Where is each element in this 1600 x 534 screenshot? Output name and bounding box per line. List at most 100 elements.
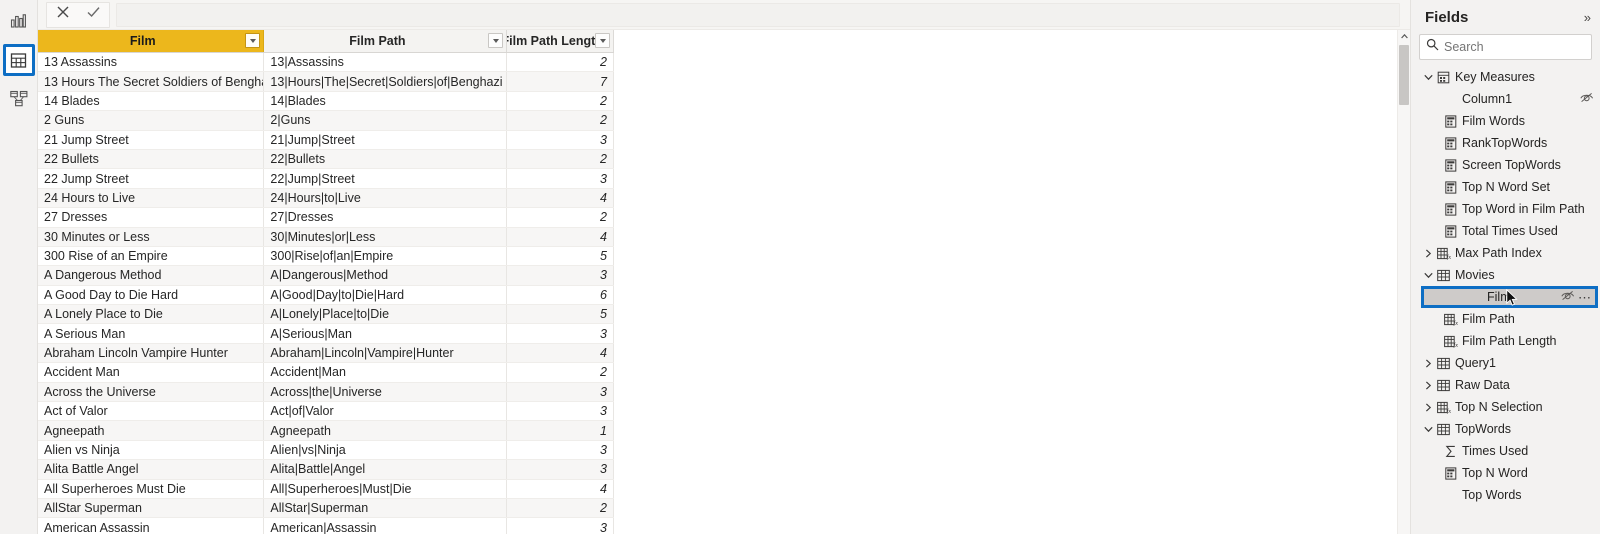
cell-film[interactable]: A Good Day to Die Hard [38, 285, 265, 306]
cell-film-path-length[interactable]: 5 [506, 246, 614, 267]
cell-film-path-length[interactable]: 3 [506, 401, 614, 422]
cell-film-path-length[interactable]: 5 [506, 304, 614, 325]
table-row[interactable]: 300 Rise of an Empire 300|Rise|of|an|Empi… [38, 246, 614, 267]
scroll-thumb[interactable] [1399, 45, 1409, 105]
cell-film-path[interactable]: All|Superheroes|Must|Die [263, 479, 508, 499]
cell-film-path[interactable]: Across|the|Universe [263, 382, 508, 403]
table-row[interactable]: A Good Day to Die Hard A|Good|Day|to|Die|… [38, 285, 614, 306]
column-header-film-path-length[interactable]: Film Path Length [506, 30, 614, 53]
model-view-button[interactable] [4, 84, 34, 114]
cell-film-path-length[interactable]: 4 [506, 343, 614, 364]
cell-film-path-length[interactable]: 2 [506, 52, 614, 73]
formula-input[interactable] [116, 2, 1400, 27]
table-row[interactable]: Act of Valor Act|of|Valor 3 [38, 401, 614, 422]
fields-table-node[interactable]: Raw Data [1411, 374, 1600, 396]
table-row[interactable]: 22 Bullets 22|Bullets 2 [38, 149, 614, 170]
cell-film-path-length[interactable]: 2 [506, 207, 614, 228]
accept-edit-button[interactable] [78, 3, 109, 27]
report-view-button[interactable] [4, 6, 34, 36]
table-row[interactable]: 14 Blades 14|Blades 2 [38, 91, 614, 112]
fields-field-node[interactable]: Total Times Used [1411, 220, 1600, 242]
table-row[interactable]: 13 Assassins 13|Assassins 2 [38, 52, 614, 73]
table-row[interactable]: 24 Hours to Live 24|Hours|to|Live 4 [38, 188, 614, 209]
fields-table-node[interactable]: Query1 [1411, 352, 1600, 374]
cell-film[interactable]: Alita Battle Angel [38, 459, 265, 480]
cell-film[interactable]: All Superheroes Must Die [38, 479, 265, 499]
table-row[interactable]: Agneepath Agneepath 1 [38, 420, 614, 441]
hidden-eye-icon[interactable] [1561, 290, 1575, 304]
fields-field-node[interactable]: Top N Word Set [1411, 176, 1600, 198]
cancel-edit-button[interactable] [47, 3, 78, 27]
chevron-down-icon[interactable] [595, 33, 610, 48]
chevron-down-icon[interactable] [245, 33, 261, 48]
table-row[interactable]: 13 Hours The Secret Soldiers of Benghazi… [38, 71, 614, 92]
cell-film-path-length[interactable]: 3 [506, 168, 614, 189]
fields-field-node[interactable]: Column1 [1411, 88, 1600, 110]
table-row[interactable]: 30 Minutes or Less 30|Minutes|or|Less 4 [38, 227, 614, 247]
cell-film-path[interactable]: Alita|Battle|Angel [263, 459, 508, 480]
cell-film[interactable]: 300 Rise of an Empire [38, 246, 265, 267]
table-row[interactable]: 22 Jump Street 22|Jump|Street 3 [38, 168, 614, 189]
cell-film[interactable]: A Serious Man [38, 323, 265, 344]
cell-film-path-length[interactable]: 7 [506, 71, 614, 92]
chevron-down-icon[interactable] [488, 33, 504, 48]
chevron-right-icon[interactable] [1421, 248, 1435, 258]
cell-film[interactable]: 24 Hours to Live [38, 188, 265, 209]
cell-film-path-length[interactable]: 4 [506, 227, 614, 247]
chevron-down-icon[interactable] [1421, 426, 1435, 433]
cell-film-path[interactable]: Agneepath [263, 420, 508, 441]
fields-field-node[interactable]: Film Words [1411, 110, 1600, 132]
cell-film-path[interactable]: 2|Guns [263, 110, 508, 131]
more-options-icon[interactable]: ⋯ [1578, 291, 1592, 304]
cell-film[interactable]: American Assassin [38, 517, 265, 534]
cell-film-path-length[interactable]: 3 [506, 130, 614, 150]
cell-film-path[interactable]: Abraham|Lincoln|Vampire|Hunter [263, 343, 508, 364]
cell-film-path-length[interactable]: 3 [506, 265, 614, 286]
hidden-eye-icon[interactable] [1580, 92, 1594, 106]
cell-film-path[interactable]: Accident|Man [263, 362, 508, 383]
fields-field-node[interactable]: Screen TopWords [1411, 154, 1600, 176]
cell-film-path[interactable]: 30|Minutes|or|Less [263, 227, 508, 247]
cell-film-path[interactable]: Act|of|Valor [263, 401, 508, 422]
cell-film-path-length[interactable]: 2 [506, 498, 614, 519]
cell-film[interactable]: Agneepath [38, 420, 265, 441]
cell-film-path[interactable]: 14|Blades [263, 91, 508, 112]
cell-film[interactable]: 21 Jump Street [38, 130, 265, 150]
fields-table-node[interactable]: Movies [1411, 264, 1600, 286]
cell-film-path[interactable]: 24|Hours|to|Live [263, 188, 508, 209]
cell-film-path-length[interactable]: 3 [506, 459, 614, 480]
cell-film-path[interactable]: 22|Jump|Street [263, 168, 508, 189]
chevron-right-icon[interactable] [1421, 358, 1435, 368]
fields-table-node[interactable]: TopWords [1411, 418, 1600, 440]
cell-film[interactable]: AllStar Superman [38, 498, 265, 519]
table-vertical-scrollbar[interactable] [1397, 30, 1410, 534]
cell-film-path[interactable]: 13|Assassins [263, 52, 508, 73]
table-row[interactable]: Alien vs Ninja Alien|vs|Ninja 3 [38, 440, 614, 461]
cell-film-path-length[interactable]: 3 [506, 382, 614, 403]
cell-film-path-length[interactable]: 4 [506, 479, 614, 499]
column-header-film[interactable]: Film [38, 30, 265, 53]
cell-film-path-length[interactable]: 2 [506, 362, 614, 383]
cell-film[interactable]: 27 Dresses [38, 207, 265, 228]
table-row[interactable]: A Serious Man A|Serious|Man 3 [38, 323, 614, 344]
cell-film[interactable]: Alien vs Ninja [38, 440, 265, 461]
cell-film-path-length[interactable]: 2 [506, 91, 614, 112]
table-row[interactable]: Across the Universe Across|the|Universe 3 [38, 382, 614, 403]
cell-film-path-length[interactable]: 2 [506, 149, 614, 170]
cell-film[interactable]: 22 Jump Street [38, 168, 265, 189]
cell-film-path[interactable]: A|Good|Day|to|Die|Hard [263, 285, 508, 306]
table-row[interactable]: A Dangerous Method A|Dangerous|Method 3 [38, 265, 614, 286]
fields-field-node[interactable]: Times Used [1411, 440, 1600, 462]
table-row[interactable]: Alita Battle Angel Alita|Battle|Angel 3 [38, 459, 614, 480]
cell-film-path-length[interactable]: 3 [506, 323, 614, 344]
fields-table-node[interactable]: fx Top N Selection [1411, 396, 1600, 418]
fields-field-node[interactable]: RankTopWords [1411, 132, 1600, 154]
cell-film-path-length[interactable]: 3 [506, 517, 614, 534]
cell-film-path[interactable]: A|Serious|Man [263, 323, 508, 344]
fields-search-box[interactable] [1419, 34, 1592, 60]
column-header-film-path[interactable]: Film Path [263, 30, 508, 53]
cell-film[interactable]: 2 Guns [38, 110, 265, 131]
table-row[interactable]: AllStar Superman AllStar|Superman 2 [38, 498, 614, 519]
chevron-right-icon[interactable] [1421, 402, 1435, 412]
cell-film-path-length[interactable]: 2 [506, 110, 614, 131]
